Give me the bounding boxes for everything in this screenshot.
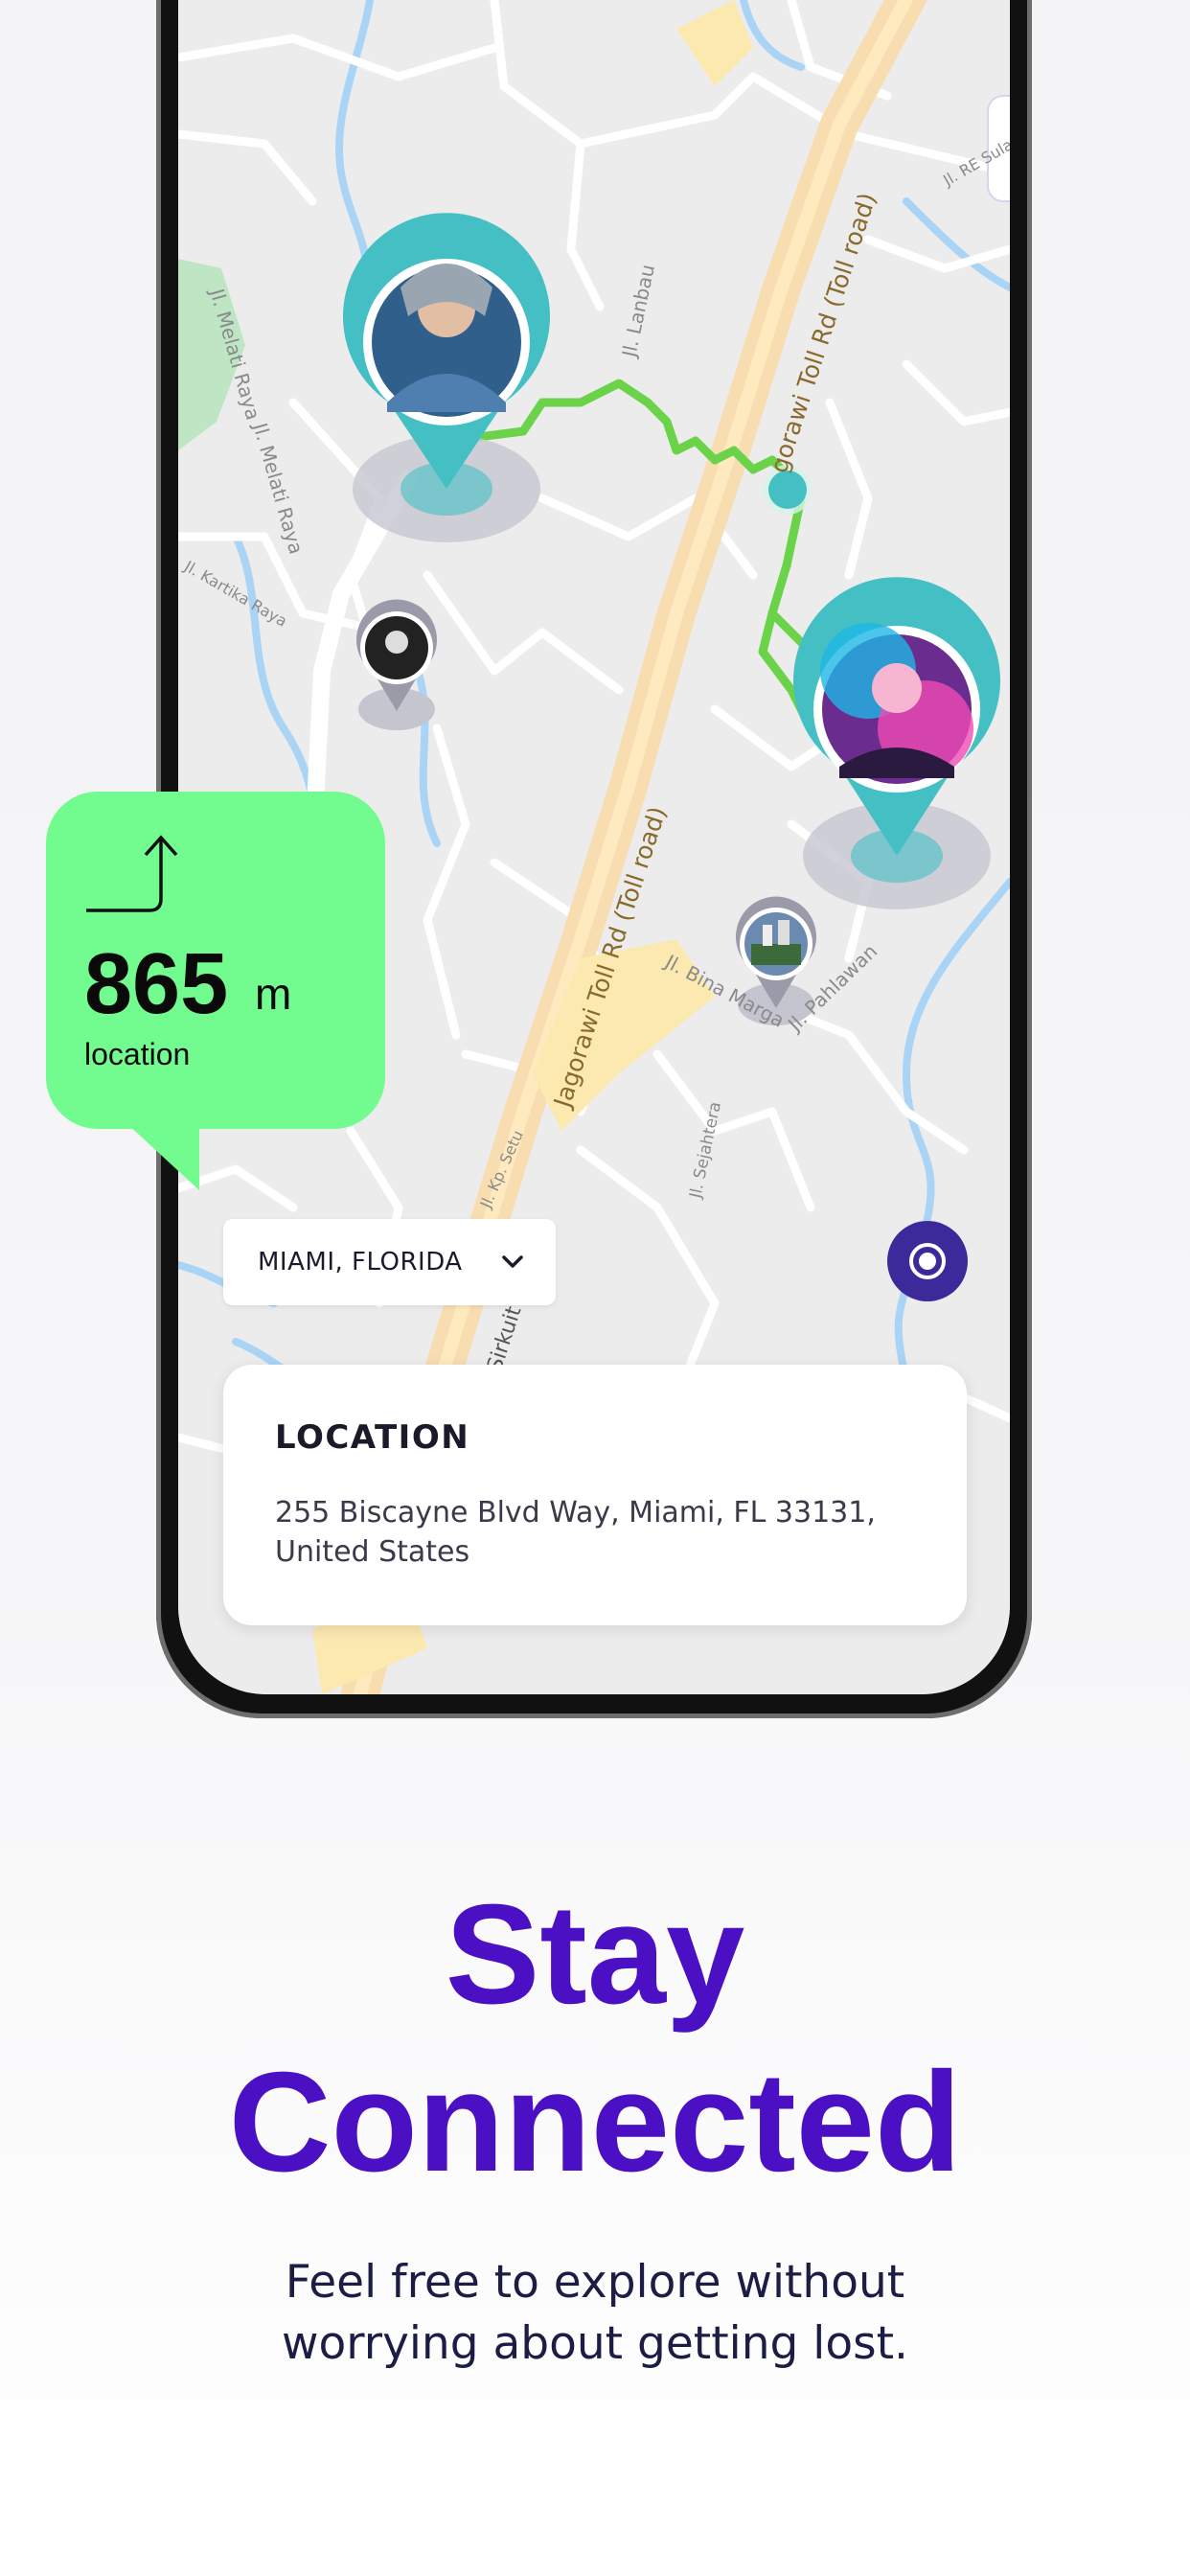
target-icon [909, 1243, 946, 1279]
distance-card-tail [126, 1123, 199, 1190]
headline-line-1: Stay [445, 1875, 745, 2034]
tagline-line-1: Feel free to explore without [285, 2256, 905, 2309]
location-card[interactable]: LOCATION 255 Biscayne Blvd Way, Miami, F… [223, 1365, 967, 1625]
user-pin-2[interactable] [793, 577, 1000, 909]
city-selector[interactable]: MIAMI, FLORIDA [223, 1219, 556, 1305]
distance-unit: m [255, 969, 292, 1019]
location-card-title: LOCATION [275, 1418, 470, 1457]
distance-caption: location [84, 1037, 191, 1071]
small-pin-1[interactable] [356, 599, 437, 730]
headline-line-2: Connected [228, 2043, 962, 2201]
distance-card: 865 m location [46, 792, 385, 1129]
chevron-down-icon [502, 1255, 523, 1268]
turn-right-arrow-icon [86, 835, 178, 912]
waypoint-dot [768, 471, 807, 509]
distance-value: 865 [84, 936, 229, 1032]
location-address: 255 Biscayne Blvd Way, Miami, FL 33131, … [275, 1496, 876, 1569]
city-selector-label: MIAMI, FLORIDA [258, 1248, 463, 1276]
locate-me-button[interactable] [887, 1221, 968, 1301]
user-pin-1[interactable] [343, 213, 550, 542]
tagline-line-2: worrying about getting lost. [282, 2317, 908, 2370]
